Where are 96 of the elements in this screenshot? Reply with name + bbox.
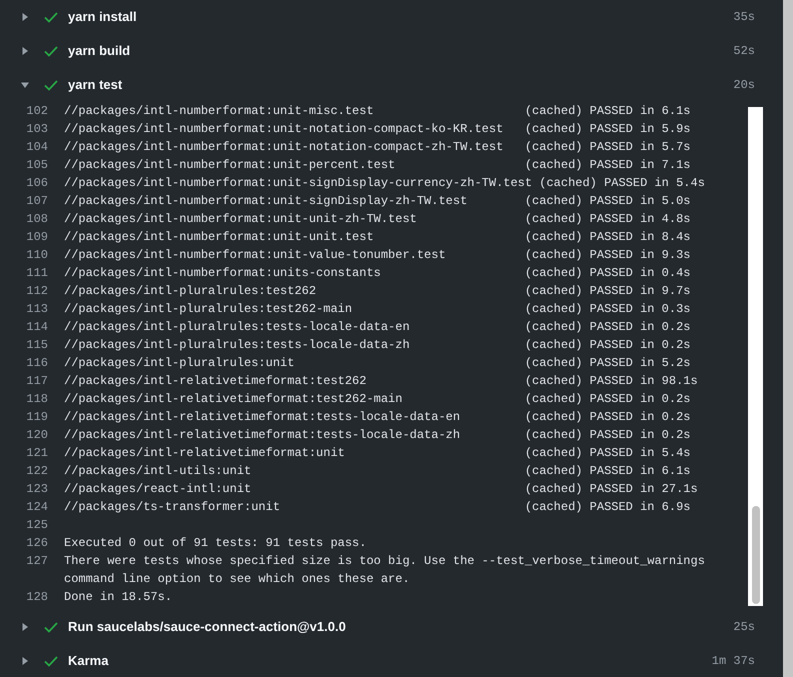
line-number: 121: [25, 445, 49, 462]
test-result: (cached) PASSED in 0.4s: [524, 265, 690, 282]
step-name: Karma: [68, 652, 108, 670]
test-result: (cached) PASSED in 9.3s: [524, 247, 690, 264]
line-number: 108: [25, 211, 49, 228]
test-result: (cached) PASSED in 4.8s: [524, 211, 690, 228]
test-target: //packages/intl-numberformat:unit-value-tonumber.test: [64, 247, 447, 264]
test-result: (cached) PASSED in 6.9s: [524, 499, 690, 516]
test-result: (cached) PASSED in 8.4s: [524, 229, 690, 246]
log-text: Executed 0 out of 91 tests: 91 tests pass.: [64, 535, 368, 552]
line-number: 116: [25, 355, 49, 372]
step-name: yarn install: [68, 8, 137, 26]
test-target: //packages/intl-pluralrules:unit: [64, 355, 296, 372]
test-result: (cached) PASSED in 5.0s: [524, 193, 690, 210]
caret-icon: [21, 657, 29, 665]
step-name: yarn test: [68, 76, 122, 94]
check-icon: [44, 622, 58, 632]
test-target: //packages/intl-relativetimeformat:unit: [64, 445, 346, 462]
caret-icon: [21, 81, 29, 89]
line-number: 110: [25, 247, 49, 264]
test-target: //packages/intl-relativetimeformat:tests-locale-data-zh: [64, 427, 462, 444]
test-target: //packages/intl-pluralrules:test262: [64, 283, 318, 300]
line-number: 104: [25, 139, 49, 156]
test-target: //packages/intl-numberformat:unit-notation-compact-zh-TW.test: [64, 139, 504, 156]
caret-icon: [21, 623, 29, 631]
line-number: 102: [25, 103, 49, 120]
test-result: (cached) PASSED in 5.2s: [524, 355, 690, 372]
test-result: (cached) PASSED in 98.1s: [524, 373, 698, 390]
line-number: 122: [25, 463, 49, 480]
test-target: //packages/intl-pluralrules:test262-main: [64, 301, 354, 318]
step-name: yarn build: [68, 42, 130, 60]
test-result: (cached) PASSED in 0.2s: [524, 337, 690, 354]
step-duration: 35s: [733, 9, 755, 26]
test-target: //packages/intl-numberformat:unit-percent.test: [64, 157, 396, 174]
test-target: //packages/intl-numberformat:unit-signDisplay-currency-zh-TW.test: [64, 175, 532, 192]
test-target: //packages/intl-pluralrules:tests-locale-data-en: [64, 319, 411, 336]
line-number: 123: [25, 481, 49, 498]
line-number: 114: [25, 319, 49, 336]
check-icon: [44, 46, 58, 56]
line-number: 126: [25, 535, 49, 552]
step-name: Run saucelabs/sauce-connect-action@v1.0.0: [68, 618, 346, 636]
test-target: //packages/intl-numberformat:unit-misc.test: [64, 103, 375, 120]
line-number: 105: [25, 157, 49, 174]
line-number: 111: [25, 265, 49, 282]
test-target: //packages/intl-numberformat:unit-unit.test: [64, 229, 375, 246]
line-number: 120: [25, 427, 49, 444]
check-icon: [44, 656, 58, 666]
log-text: Done in 18.57s.: [64, 589, 174, 606]
line-number: 128: [25, 589, 49, 606]
line-number: 117: [25, 373, 49, 390]
test-target: //packages/intl-numberformat:unit-unit-zh-TW.test: [64, 211, 418, 228]
line-number: 106: [25, 175, 49, 192]
line-number: 124: [25, 499, 49, 516]
test-result: (cached) PASSED in 0.2s: [524, 319, 690, 336]
test-result: (cached) PASSED in 5.7s: [524, 139, 690, 156]
test-target: //packages/intl-numberformat:unit-signDisplay-zh-TW.test: [64, 193, 468, 210]
test-target: //packages/intl-numberformat:unit-notation-compact-ko-KR.test: [64, 121, 504, 138]
test-result: (cached) PASSED in 0.3s: [524, 301, 690, 318]
test-target: //packages/intl-utils:unit: [64, 463, 252, 480]
test-result: (cached) PASSED in 0.2s: [524, 409, 690, 426]
line-number: 103: [25, 121, 49, 138]
test-result: (cached) PASSED in 27.1s: [524, 481, 698, 498]
check-icon: [44, 12, 58, 22]
test-result: (cached) PASSED in 5.4s: [524, 445, 690, 462]
log-text: There were tests whose specified size is too big. Use the --test_verbose_timeout_warnings command line option to see which ones these are.: [64, 553, 706, 588]
step-duration: 20s: [733, 77, 755, 94]
test-target: //packages/intl-relativetimeformat:test262-main: [64, 391, 404, 408]
caret-icon: [21, 13, 29, 21]
line-number: 112: [25, 283, 49, 300]
line-number: 127: [25, 553, 49, 570]
step-duration: 25s: [733, 619, 755, 636]
line-number: 125: [25, 517, 49, 534]
line-number: 119: [25, 409, 49, 426]
line-number: 118: [25, 391, 49, 408]
test-target: //packages/intl-relativetimeformat:test262: [64, 373, 368, 390]
test-result: (cached) PASSED in 0.2s: [524, 391, 690, 408]
check-icon: [44, 80, 58, 90]
test-target: //packages/intl-pluralrules:tests-locale-data-zh: [64, 337, 411, 354]
test-result: (cached) PASSED in 6.1s: [524, 103, 690, 120]
caret-icon: [21, 47, 29, 55]
test-result: (cached) PASSED in 6.1s: [524, 463, 690, 480]
test-target: //packages/react-intl:unit: [64, 481, 252, 498]
line-number: 109: [25, 229, 49, 246]
test-target: //packages/intl-numberformat:units-constants: [64, 265, 382, 282]
test-result: (cached) PASSED in 5.9s: [524, 121, 690, 138]
test-result: (cached) PASSED in 7.1s: [524, 157, 690, 174]
test-target: //packages/intl-relativetimeformat:tests-locale-data-en: [64, 409, 462, 426]
line-number: 107: [25, 193, 49, 210]
line-number: 115: [25, 337, 49, 354]
test-result: (cached) PASSED in 9.7s: [524, 283, 690, 300]
test-result: (cached) PASSED in 0.2s: [524, 427, 690, 444]
test-result: (cached) PASSED in 5.4s: [539, 175, 705, 192]
line-number: 113: [25, 301, 49, 318]
step-duration: 52s: [733, 43, 755, 60]
step-duration: 1m 37s: [712, 653, 755, 670]
test-target: //packages/ts-transformer:unit: [64, 499, 282, 516]
